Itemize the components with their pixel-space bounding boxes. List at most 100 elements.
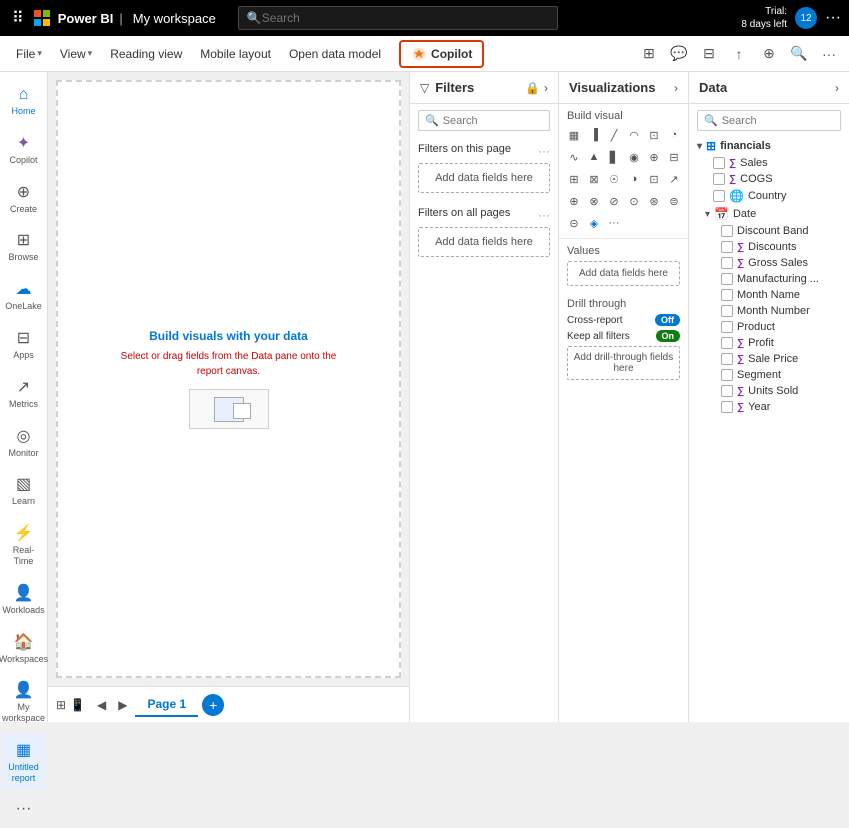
drill-add-fields-btn[interactable]: Add drill-through fields here — [567, 346, 680, 380]
viz-col-chart[interactable]: ▐ — [585, 126, 603, 144]
sidebar-item-onelake[interactable]: ☁ OneLake — [2, 273, 46, 318]
filters-lock-icon[interactable]: 🔒 — [525, 81, 540, 95]
viz-azure[interactable]: ⊜ — [665, 192, 683, 210]
sidebar-item-monitor[interactable]: ◎ Monitor — [2, 420, 46, 465]
sale-price-checkbox[interactable] — [721, 353, 733, 365]
filters-search-box[interactable]: 🔍 — [418, 110, 550, 131]
top-more-icon[interactable]: ··· — [825, 9, 841, 27]
viz-filled-map[interactable]: ⊟ — [665, 148, 683, 166]
data-item-discounts[interactable]: ∑ Discounts — [693, 239, 845, 255]
data-item-manufacturing[interactable]: Manufacturing ... — [693, 271, 845, 287]
sidebar-item-apps[interactable]: ⊟ Apps — [2, 322, 46, 367]
sidebar-item-copilot[interactable]: ✦ Copilot — [2, 127, 46, 172]
sidebar-item-learn[interactable]: ▧ Learn — [2, 468, 46, 513]
viz-paginated[interactable]: ⊝ — [565, 214, 583, 232]
sales-checkbox[interactable] — [713, 157, 725, 169]
reading-view-menu[interactable]: Reading view — [102, 43, 190, 65]
sidebar-item-browse[interactable]: ⊞ Browse — [2, 224, 46, 269]
data-item-profit[interactable]: ∑ Profit — [693, 335, 845, 351]
data-item-segment[interactable]: Segment — [693, 367, 845, 383]
page-grid-icon[interactable]: ⊞ — [56, 698, 66, 712]
format-icon[interactable]: ⊞ — [637, 42, 661, 66]
viz-r[interactable]: ⊛ — [645, 192, 663, 210]
data-panel-expand-icon[interactable]: › — [835, 81, 839, 95]
viz-card[interactable]: ↗ — [665, 170, 683, 188]
add-filter-page-btn[interactable]: Add data fields here — [418, 163, 550, 193]
viz-custom1[interactable]: ◈ — [585, 214, 603, 232]
copilot-button[interactable]: Copilot — [399, 40, 484, 68]
sidebar-item-create[interactable]: ⊕ Create — [2, 176, 46, 221]
more-icon[interactable]: ⊕ — [757, 42, 781, 66]
data-item-units-sold[interactable]: ∑ Units Sold — [693, 383, 845, 399]
data-item-sales[interactable]: ∑ Sales — [693, 155, 845, 171]
viz-add-fields-btn[interactable]: Add data fields here — [567, 261, 680, 286]
bookmark-icon[interactable]: ⊟ — [697, 42, 721, 66]
data-item-gross-sales[interactable]: ∑ Gross Sales — [693, 255, 845, 271]
page-prev-btn[interactable]: ◀ — [93, 696, 110, 714]
viz-bar-chart[interactable]: ▦ — [565, 126, 583, 144]
sidebar-item-workspaces[interactable]: 🏠 Workspaces — [2, 626, 46, 671]
canvas-area[interactable]: Build visuals with your data Select or d… — [56, 80, 401, 678]
profit-checkbox[interactable] — [721, 337, 733, 349]
viz-kpi[interactable]: ⊡ — [645, 170, 663, 188]
viz-combo[interactable]: ∿ — [565, 148, 583, 166]
page-next-btn[interactable]: ▶ — [114, 696, 131, 714]
viz-python[interactable]: ⊙ — [625, 192, 643, 210]
share-icon[interactable]: ↑ — [727, 42, 751, 66]
data-search-input[interactable] — [722, 115, 834, 127]
keep-filters-toggle[interactable]: On — [656, 330, 681, 342]
workspace-label[interactable]: My workspace — [133, 11, 216, 26]
viz-matrix[interactable]: ⊠ — [585, 170, 603, 188]
add-filter-all-pages-btn[interactable]: Add data fields here — [418, 227, 550, 257]
data-item-cogs[interactable]: ∑ COGS — [693, 171, 845, 187]
gross-sales-checkbox[interactable] — [721, 257, 733, 269]
page-tab-1[interactable]: Page 1 — [135, 693, 198, 717]
sidebar-item-home[interactable]: ⌂ Home — [2, 80, 46, 123]
viz-scatter[interactable]: ⊡ — [645, 126, 663, 144]
discount-band-checkbox[interactable] — [721, 225, 733, 237]
view-menu[interactable]: View ▾ — [52, 43, 100, 65]
viz-map[interactable]: ⊕ — [645, 148, 663, 166]
page-mobile-icon[interactable]: 📱 — [70, 698, 85, 712]
data-item-month-number[interactable]: Month Number — [693, 303, 845, 319]
sidebar-more-btn[interactable]: ··· — [10, 794, 38, 824]
data-item-year[interactable]: ∑ Year — [693, 399, 845, 415]
avatar[interactable]: 12 — [795, 7, 817, 29]
file-menu[interactable]: File ▾ — [8, 43, 50, 65]
segment-checkbox[interactable] — [721, 369, 733, 381]
data-item-month-name[interactable]: Month Name — [693, 287, 845, 303]
country-checkbox[interactable] — [713, 190, 725, 202]
viz-waterfall[interactable]: ▲ — [585, 148, 603, 166]
month-number-checkbox[interactable] — [721, 305, 733, 317]
settings-icon[interactable]: ··· — [817, 42, 841, 66]
viz-expand-icon[interactable]: › — [674, 81, 678, 95]
viz-smart[interactable]: ⊘ — [605, 192, 623, 210]
viz-decomp[interactable]: ◑ — [625, 170, 643, 188]
sidebar-item-untitled[interactable]: ▦ Untitled report — [2, 734, 46, 790]
viz-pie[interactable]: ◔ — [665, 126, 683, 144]
mobile-layout-menu[interactable]: Mobile layout — [192, 43, 279, 65]
viz-slicer[interactable]: ⊕ — [565, 192, 583, 210]
viz-custom2[interactable]: ··· — [605, 214, 623, 232]
filters-expand-icon[interactable]: › — [544, 81, 548, 95]
cogs-checkbox[interactable] — [713, 173, 725, 185]
manufacturing-checkbox[interactable] — [721, 273, 733, 285]
sidebar-item-realtime[interactable]: ⚡ Real-Time — [2, 517, 46, 573]
global-search-input[interactable] — [262, 11, 549, 25]
sidebar-item-metrics[interactable]: ↗ Metrics — [2, 371, 46, 416]
viz-table[interactable]: ⊞ — [565, 170, 583, 188]
month-name-checkbox[interactable] — [721, 289, 733, 301]
data-item-product[interactable]: Product — [693, 319, 845, 335]
data-group-financials-header[interactable]: ▾ ⊞ financials — [693, 137, 845, 155]
waffle-icon[interactable]: ⠿ — [8, 4, 28, 32]
zoom-icon[interactable]: 🔍 — [787, 42, 811, 66]
global-search-box[interactable]: 🔍 — [238, 6, 558, 30]
viz-area-chart[interactable]: ◠ — [625, 126, 643, 144]
viz-line-chart[interactable]: ╱ — [605, 126, 623, 144]
filters-all-pages-dots[interactable]: ··· — [538, 208, 550, 222]
add-page-btn[interactable]: + — [202, 694, 224, 716]
discounts-checkbox[interactable] — [721, 241, 733, 253]
data-item-discount-band[interactable]: Discount Band — [693, 223, 845, 239]
filters-on-page-dots[interactable]: ··· — [538, 144, 550, 158]
viz-gauge[interactable]: ◉ — [625, 148, 643, 166]
